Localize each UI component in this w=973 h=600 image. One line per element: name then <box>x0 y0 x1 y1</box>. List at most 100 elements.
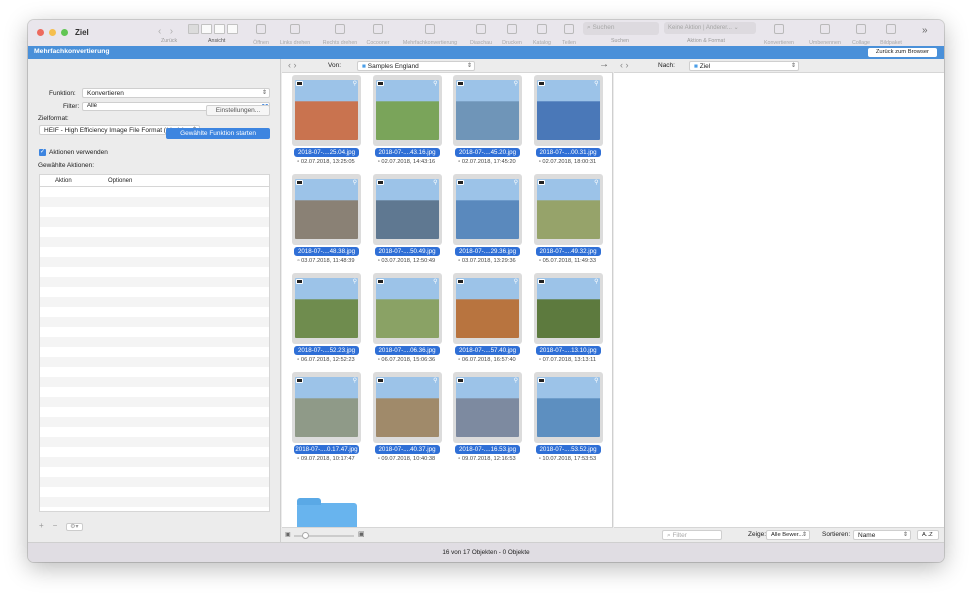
table-row <box>40 197 269 207</box>
thumbnail[interactable]: ⚲ <box>453 174 522 245</box>
file-name-label[interactable]: 2018-07-....40.37.jpg <box>374 445 440 454</box>
zoom-slider-knob[interactable] <box>302 532 309 539</box>
file-name-label[interactable]: 2018-07-....25.04.jpg <box>294 148 359 157</box>
file-name-label[interactable]: 2018-07-....16.53.jpg <box>455 445 520 454</box>
thumbnail[interactable]: ⚲ <box>453 372 522 443</box>
thumbnail[interactable]: ⚲ <box>533 174 603 245</box>
thumbnail[interactable]: ⚲ <box>372 372 442 443</box>
thumbnail[interactable]: ⚲ <box>372 174 442 245</box>
path-nav-icon[interactable]: ‹ › <box>620 60 629 70</box>
thumbnail-cell[interactable]: ⚲ 2018-07-....40.37.jpg ▫ 09.07.2018, 10:4… <box>365 372 443 470</box>
thumbnail-cell[interactable]: ⚲ 2018-07-....50.49.jpg ▫ 03.07.2018, 12:5… <box>365 174 443 272</box>
arrow-right-icon[interactable]: → <box>599 59 609 70</box>
camera-icon <box>457 378 464 383</box>
action-select-value: Keine Aktion | Anderer... <box>668 25 732 31</box>
list-view-icon[interactable] <box>201 24 212 34</box>
zoom-slider[interactable] <box>294 532 354 539</box>
thumbnail-cell[interactable]: ⚲ 2018-07-....53.52.jpg ▫ 10.07.2018, 17:5… <box>526 372 604 470</box>
file-name-label[interactable]: 2018-07-....13.10.jpg <box>535 346 601 355</box>
file-name-label[interactable]: 2018-07-....00.31.jpg <box>535 148 601 157</box>
thumbnail-grid[interactable]: ⚲ 2018-07-....25.04.jpg ▫ 02.07.2018, 13:2… <box>282 75 613 530</box>
thumbnail[interactable]: ⚲ <box>453 75 522 146</box>
calendar-icon: ▫ <box>297 159 300 165</box>
back-to-browser-button[interactable]: Zurück zum Browser <box>867 48 937 57</box>
aktionen-verwenden-label: Aktionen verwenden <box>49 149 108 156</box>
thumbnail-cell[interactable]: ⚲ 2018-07-....00.31.jpg ▫ 02.07.2018, 18:0… <box>526 75 604 173</box>
source-folder-select[interactable]: ■ Samples England ⇕ <box>357 61 475 71</box>
more-chevron-icon[interactable]: » <box>922 25 928 36</box>
thumbnail-cell[interactable]: ⚲ 2018-07-....16.53.jpg ▫ 09.07.2018, 12:1… <box>445 372 523 470</box>
action-select[interactable]: Keine Aktion | Anderer... ⌄ <box>664 22 756 34</box>
order-select[interactable]: A..Z <box>917 530 939 540</box>
sort-select[interactable]: Name ⇕ <box>853 530 911 540</box>
aktionen-checkbox[interactable]: ✓ <box>39 149 46 156</box>
thumbnail-cell[interactable]: ⚲ 2018-07-....13.10.jpg ▫ 07.07.2018, 13:1… <box>526 273 604 371</box>
location-pin-icon: ⚲ <box>594 180 599 186</box>
file-name-label[interactable]: 2018-07-....43.16.jpg <box>374 148 440 157</box>
minimize-window-button[interactable] <box>49 29 56 36</box>
thumbnail-cell[interactable]: ⚲ 2018-07-....06.36.jpg ▫ 06.07.2018, 15:0… <box>365 273 443 371</box>
location-pin-icon: ⚲ <box>433 279 438 285</box>
camera-icon <box>537 81 545 86</box>
bildpaket-button[interactable]: Bildpaket <box>871 24 911 46</box>
search-input[interactable]: ⌕ Suchen <box>583 22 659 35</box>
target-folder-value: Ziel <box>699 63 711 70</box>
file-name-label[interactable]: 2018-07-....48.38.jpg <box>294 247 359 256</box>
forward-arrow-icon[interactable]: › <box>170 26 173 37</box>
file-name-label[interactable]: 2018-07-....57.40.jpg <box>455 346 520 355</box>
thumbnail[interactable]: ⚲ <box>533 75 603 146</box>
thumbnail-cell[interactable]: ⚲ 2018-07-....57.40.jpg ▫ 06.07.2018, 16:5… <box>445 273 523 371</box>
file-name-label[interactable]: 2018-07-....29.36.jpg <box>455 247 520 256</box>
file-name-label[interactable]: 2018-07-....06.36.jpg <box>374 346 440 355</box>
thumbnail[interactable]: ⚲ <box>292 372 361 443</box>
thumbnail[interactable]: ⚲ <box>372 75 442 146</box>
status-bar: 16 von 17 Objekten - 0 Objekte <box>28 542 944 562</box>
file-name-label[interactable]: 2018-07-....52.23.jpg <box>294 346 359 355</box>
zeige-select[interactable]: Alle Bewer... ⇕ <box>766 530 810 540</box>
thumbnail[interactable]: ⚲ <box>372 273 442 344</box>
thumbnail-cell[interactable]: ⚲ 2018-07-....29.36.jpg ▫ 03.07.2018, 13:2… <box>445 174 523 272</box>
thumbnail-cell[interactable]: ⚲ 2018-07-....25.04.jpg ▫ 02.07.2018, 13:2… <box>284 75 362 173</box>
target-folder-select[interactable]: ■ Ziel ⇕ <box>689 61 799 71</box>
path-nav-icon[interactable]: ‹ › <box>288 60 297 70</box>
file-name-label[interactable]: 2018-07-....50.49.jpg <box>374 247 440 256</box>
thumbnail-cell[interactable]: ⚲ 2018-07-....0.17.47.jpg ▫ 09.07.2018, 10… <box>284 372 362 470</box>
filmstrip-view-icon[interactable] <box>214 24 225 34</box>
funktion-select[interactable]: Konvertieren ⇕ <box>82 88 270 98</box>
file-name-label[interactable]: 2018-07-....45.20.jpg <box>455 148 520 157</box>
remove-action-button[interactable]: − <box>53 521 58 530</box>
thumbnail-cell[interactable]: ⚲ 2018-07-....52.23.jpg ▫ 06.07.2018, 12:5… <box>284 273 362 371</box>
detail-view-icon[interactable] <box>227 24 238 34</box>
table-row <box>40 187 269 197</box>
filter-input[interactable]: ⌕ Filter <box>662 530 722 540</box>
grid-view-icon[interactable] <box>188 24 199 34</box>
thumbnail-cell[interactable]: ⚲ 2018-07-....49.32.jpg ▫ 05.07.2018, 11:4… <box>526 174 604 272</box>
camera-icon <box>537 378 545 383</box>
thumbnail[interactable]: ⚲ <box>453 273 522 344</box>
thumbnail-cell[interactable]: ⚲ 2018-07-....45.20.jpg ▫ 02.07.2018, 17:4… <box>445 75 523 173</box>
thumbnail[interactable]: ⚲ <box>533 273 603 344</box>
thumbnail-cell[interactable]: ⚲ 2018-07-....43.16.jpg ▫ 02.07.2018, 14:4… <box>365 75 443 173</box>
thumbnail[interactable]: ⚲ <box>292 75 361 146</box>
nav-arrows[interactable]: ‹ › <box>158 26 173 37</box>
mehrfach-button[interactable]: Mehrfachkonvertierung <box>403 24 457 46</box>
actions-table[interactable]: Aktion Optionen <box>39 174 270 512</box>
close-window-button[interactable] <box>37 29 44 36</box>
thumbnail-cell[interactable]: ⚲ 2018-07-....48.38.jpg ▫ 03.07.2018, 11:4… <box>284 174 362 272</box>
file-name-label[interactable]: 2018-07-....53.52.jpg <box>535 445 601 454</box>
view-switcher[interactable] <box>188 24 238 34</box>
thumbnail[interactable]: ⚲ <box>292 174 361 245</box>
file-name-label[interactable]: 2018-07-....0.17.47.jpg <box>294 445 359 454</box>
zoom-window-button[interactable] <box>61 29 68 36</box>
back-arrow-icon[interactable]: ‹ <box>158 26 161 37</box>
add-action-button[interactable]: + <box>39 521 44 530</box>
thumbnail[interactable]: ⚲ <box>533 372 603 443</box>
file-date-value: 03.07.2018, 11:48:39 <box>301 258 355 264</box>
thumbnail[interactable]: ⚲ <box>292 273 361 344</box>
cocooner-button[interactable]: Cocooner <box>358 24 398 46</box>
filter-placeholder: Filter <box>672 532 687 539</box>
start-function-button[interactable]: Gewählte Funktion starten <box>166 128 270 139</box>
file-name-label[interactable]: 2018-07-....49.32.jpg <box>535 247 601 256</box>
gear-icon[interactable]: ⚙▾ <box>66 523 83 531</box>
einstellungen-button[interactable]: Einstellungen... <box>206 105 270 116</box>
